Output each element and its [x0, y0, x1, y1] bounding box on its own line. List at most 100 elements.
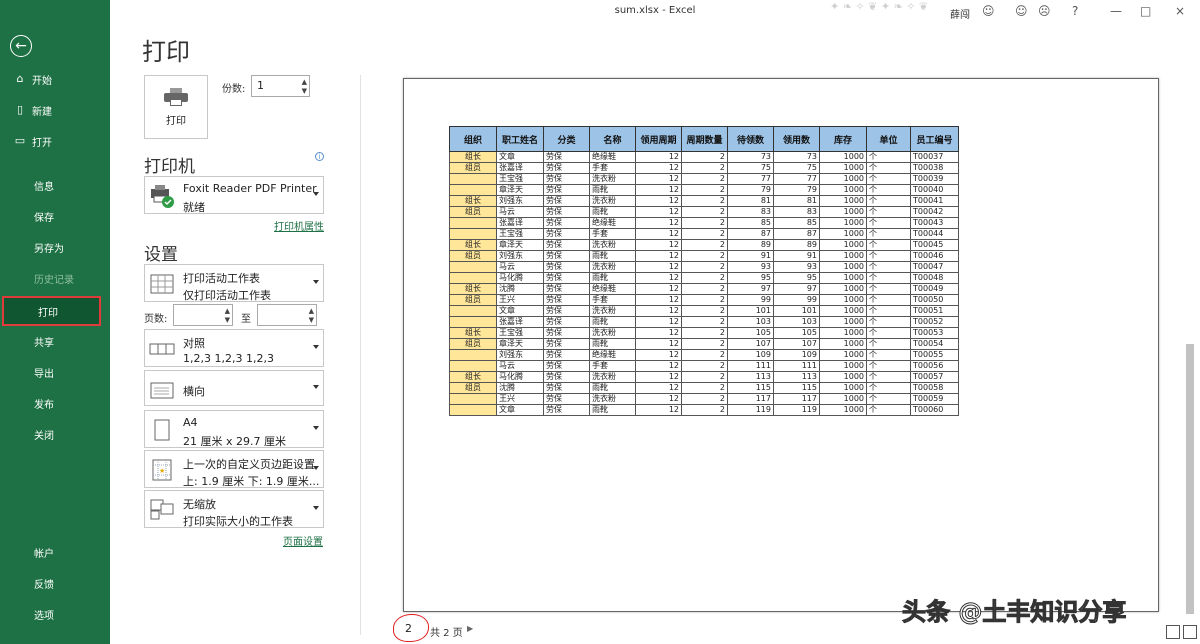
back-arrow-icon[interactable]: ←	[10, 35, 32, 57]
table-row: 组员 刘强东 劳保 雨靴 12 2 91 91 1000 个 T00046	[449, 250, 959, 262]
show-margins-icon[interactable]	[1166, 625, 1180, 639]
table-cell: 12	[635, 206, 682, 218]
page-setup-link[interactable]: 页面设置	[283, 533, 323, 548]
sidebar-item[interactable]: ⌂ 开始	[0, 64, 110, 94]
table-cell: 79	[773, 184, 820, 196]
table-cell: 12	[635, 184, 682, 196]
help-icon[interactable]: ?	[1072, 4, 1078, 18]
sidebar-item[interactable]: 保存	[0, 201, 110, 231]
info-icon[interactable]: i	[315, 152, 324, 161]
next-page-icon[interactable]: ▶	[467, 624, 473, 633]
sidebar-item[interactable]: 反馈	[0, 568, 110, 598]
sidebar-item[interactable]: 关闭	[0, 419, 110, 449]
sidebar-item[interactable]: 另存为	[0, 232, 110, 262]
sidebar-item-label: 发布	[34, 399, 54, 411]
spin-down-icon[interactable]: ▼	[225, 316, 230, 324]
table-cell: 洗衣粉	[589, 239, 636, 251]
print-button[interactable]: 打印	[144, 75, 208, 139]
table-cell: 沈腾	[496, 283, 544, 295]
sidebar-item[interactable]: 发布	[0, 388, 110, 418]
close-icon[interactable]: ×	[1175, 4, 1185, 18]
table-cell: 2	[681, 173, 728, 185]
table-cell: 劳保	[543, 195, 590, 207]
table-cell: T00048	[910, 272, 959, 284]
table-cell: 章泽天	[496, 239, 544, 251]
table-row: 组长 沈腾 劳保 绝缘鞋 12 2 97 97 1000 个 T00049	[449, 283, 959, 295]
scrollbar-thumb[interactable]	[1186, 344, 1194, 614]
table-cell: 个	[866, 349, 911, 361]
table-row: 组长 马化腾 劳保 洗衣粉 12 2 113 113 1000 个 T00057	[449, 371, 959, 383]
frown-feedback-icon[interactable]: ☹	[1038, 4, 1051, 18]
table-row: 组员 沈腾 劳保 雨靴 12 2 115 115 1000 个 T00058	[449, 382, 959, 394]
sidebar-item[interactable]: 信息	[0, 170, 110, 200]
zoom-to-page-icon[interactable]	[1183, 625, 1197, 639]
table-cell: 劳保	[543, 272, 590, 284]
table-cell: 王宝强	[496, 228, 544, 240]
sidebar-item[interactable]: 打印	[2, 296, 101, 326]
printer-properties-link[interactable]: 打印机属性	[274, 218, 324, 233]
column-header: 领用周期	[635, 126, 682, 152]
chevron-down-icon	[313, 426, 319, 430]
sidebar-item[interactable]: 帐户	[0, 537, 110, 567]
table-cell: 雨靴	[589, 272, 636, 284]
preview-table: 组织 职工姓名 分类 名称 领用周期 周期数量 待领数 领用数 库存 单位 员工编号 组长 文章 劳保绝…	[449, 126, 959, 416]
restore-icon[interactable]: □	[1140, 4, 1151, 18]
spin-up-icon[interactable]: ▲	[309, 307, 314, 315]
collate-select[interactable]: 对照 1,2,3 1,2,3 1,2,3	[144, 329, 324, 367]
print-what-select[interactable]: 打印活动工作表 仅打印活动工作表	[144, 264, 324, 302]
table-cell: 117	[773, 393, 820, 405]
table-cell: 劳保	[543, 338, 590, 350]
chevron-down-icon	[313, 385, 319, 389]
table-cell: 111	[773, 360, 820, 372]
table-cell: 1000	[819, 327, 867, 339]
user-name[interactable]: 薛闯	[950, 6, 970, 21]
sidebar-item[interactable]: ▯ 新建	[0, 95, 110, 125]
table-cell: T00047	[910, 261, 959, 273]
chevron-down-icon	[313, 466, 319, 470]
minimize-icon[interactable]: —	[1110, 4, 1122, 18]
table-cell: 1000	[819, 349, 867, 361]
table-cell: 1000	[819, 272, 867, 284]
table-cell: 73	[773, 151, 820, 163]
smile-feedback-icon[interactable]: ☺	[1015, 4, 1028, 18]
table-cell: 1000	[819, 151, 867, 163]
table-cell: T00042	[910, 206, 959, 218]
spin-up-icon[interactable]: ▲	[302, 78, 307, 86]
table-cell: 手套	[589, 228, 636, 240]
table-cell: 组长	[449, 151, 497, 163]
sidebar-item[interactable]: 导出	[0, 357, 110, 387]
paper-size-select[interactable]: A4 21 厘米 x 29.7 厘米	[144, 410, 324, 448]
table-cell: 12	[635, 316, 682, 328]
spin-down-icon[interactable]: ▼	[302, 87, 307, 95]
table-cell: 12	[635, 272, 682, 284]
sidebar-item[interactable]: 选项	[0, 599, 110, 629]
margins-select[interactable]: ★ 上一次的自定义页边距设置 上: 1.9 厘米 下: 1.9 厘米...	[144, 450, 324, 488]
table-cell: 85	[727, 217, 774, 229]
table-row: 刘强东 劳保 绝缘鞋 12 2 109 109 1000 个 T00055	[449, 349, 959, 361]
user-avatar-icon[interactable]: ☺	[982, 4, 995, 18]
table-cell: 组员	[449, 294, 497, 306]
pages-from-input[interactable]: ▲ ▼	[173, 304, 233, 326]
sidebar-item[interactable]: 共享	[0, 326, 110, 356]
sidebar-item[interactable]: ▭ 打开	[0, 126, 110, 156]
table-cell: T00039	[910, 173, 959, 185]
table-cell: 个	[866, 239, 911, 251]
copies-input[interactable]: 1 ▲ ▼	[251, 75, 310, 97]
pages-to-input[interactable]: ▲ ▼	[257, 304, 317, 326]
sidebar-item-label: 反馈	[34, 579, 54, 591]
table-cell: 个	[866, 338, 911, 350]
table-cell: 个	[866, 206, 911, 218]
spin-down-icon[interactable]: ▼	[309, 316, 314, 324]
orientation-select[interactable]: 横向	[144, 370, 324, 406]
table-cell: 章泽天	[496, 184, 544, 196]
table-cell: 个	[866, 173, 911, 185]
chevron-down-icon	[313, 192, 319, 196]
printer-select[interactable]: Foxit Reader PDF Printer 就绪	[144, 176, 324, 214]
table-cell: T00037	[910, 151, 959, 163]
table-row: 马化腾 劳保 雨靴 12 2 95 95 1000 个 T00048	[449, 272, 959, 284]
table-cell: 文章	[496, 404, 544, 416]
spin-up-icon[interactable]: ▲	[225, 307, 230, 315]
sidebar-item-label: 新建	[32, 106, 52, 118]
printer-ready-icon	[151, 185, 174, 208]
scaling-select[interactable]: 无缩放 打印实际大小的工作表	[144, 490, 324, 528]
